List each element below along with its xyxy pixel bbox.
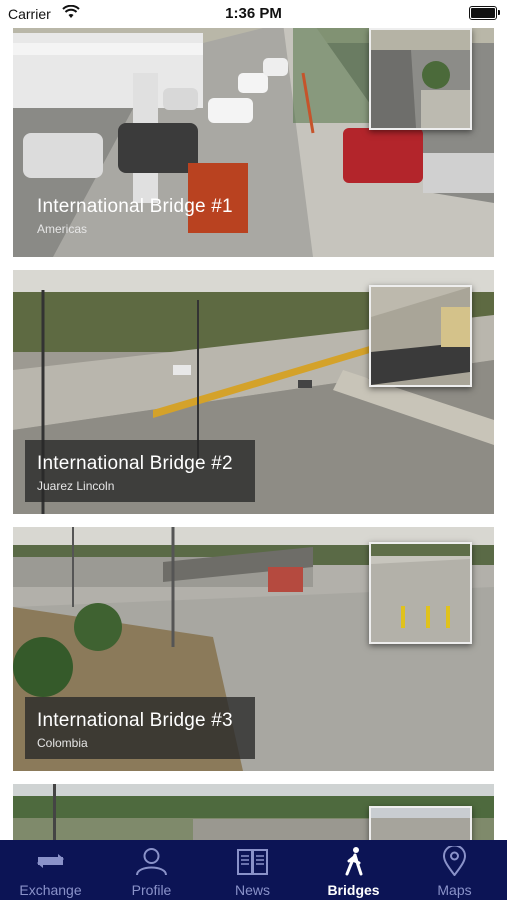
bridge-4-secondary-camera — [369, 806, 472, 840]
bridge-1-title: International Bridge #1 — [37, 196, 233, 217]
bridge-2-subtitle: Juarez Lincoln — [37, 479, 115, 493]
bridge-1-secondary-camera — [369, 28, 472, 130]
tab-news-label: News — [234, 882, 270, 898]
exchange-icon — [37, 854, 64, 868]
tab-bridges-label: Bridges — [327, 882, 380, 898]
tab-profile[interactable]: Profile — [101, 840, 202, 900]
bridge-card-4[interactable] — [13, 784, 494, 840]
bridge-2-secondary-camera — [369, 285, 472, 387]
tab-profile-label: Profile — [131, 882, 172, 898]
tab-bridges[interactable]: Bridges — [303, 840, 404, 900]
walking-person-icon — [345, 847, 363, 876]
battery-icon — [469, 6, 500, 20]
tab-exchange-label: Exchange — [19, 882, 82, 898]
status-bar: Carrier 1:36 PM — [0, 0, 507, 28]
tab-maps[interactable]: Maps — [404, 840, 505, 900]
clock: 1:36 PM — [225, 5, 282, 22]
tab-maps-label: Maps — [437, 882, 472, 898]
bridge-1-caption: International Bridge #1 Americas — [25, 183, 253, 245]
bridge-2-title: International Bridge #2 — [37, 453, 233, 474]
profile-icon — [136, 848, 167, 876]
bridge-3-subtitle: Colombia — [37, 736, 88, 750]
tab-exchange[interactable]: Exchange — [0, 840, 101, 900]
bridge-card-1[interactable]: International Bridge #1 Americas — [13, 13, 494, 257]
bridge-1-subtitle: Americas — [37, 222, 88, 236]
tab-news[interactable]: News — [202, 840, 303, 900]
bridge-3-secondary-camera — [369, 542, 472, 644]
bridge-card-2[interactable]: International Bridge #2 Juarez Lincoln — [13, 270, 494, 514]
bridge-card-3[interactable]: International Bridge #3 Colombia — [13, 527, 494, 771]
bridge-3-caption: International Bridge #3 Colombia — [25, 697, 255, 759]
map-pin-icon — [442, 846, 467, 876]
tab-bar: Exchange Profile News Bridges Maps — [0, 840, 507, 900]
news-icon — [237, 849, 268, 875]
bridge-3-title: International Bridge #3 — [37, 710, 233, 731]
bridge-2-caption: International Bridge #2 Juarez Lincoln — [25, 440, 255, 502]
